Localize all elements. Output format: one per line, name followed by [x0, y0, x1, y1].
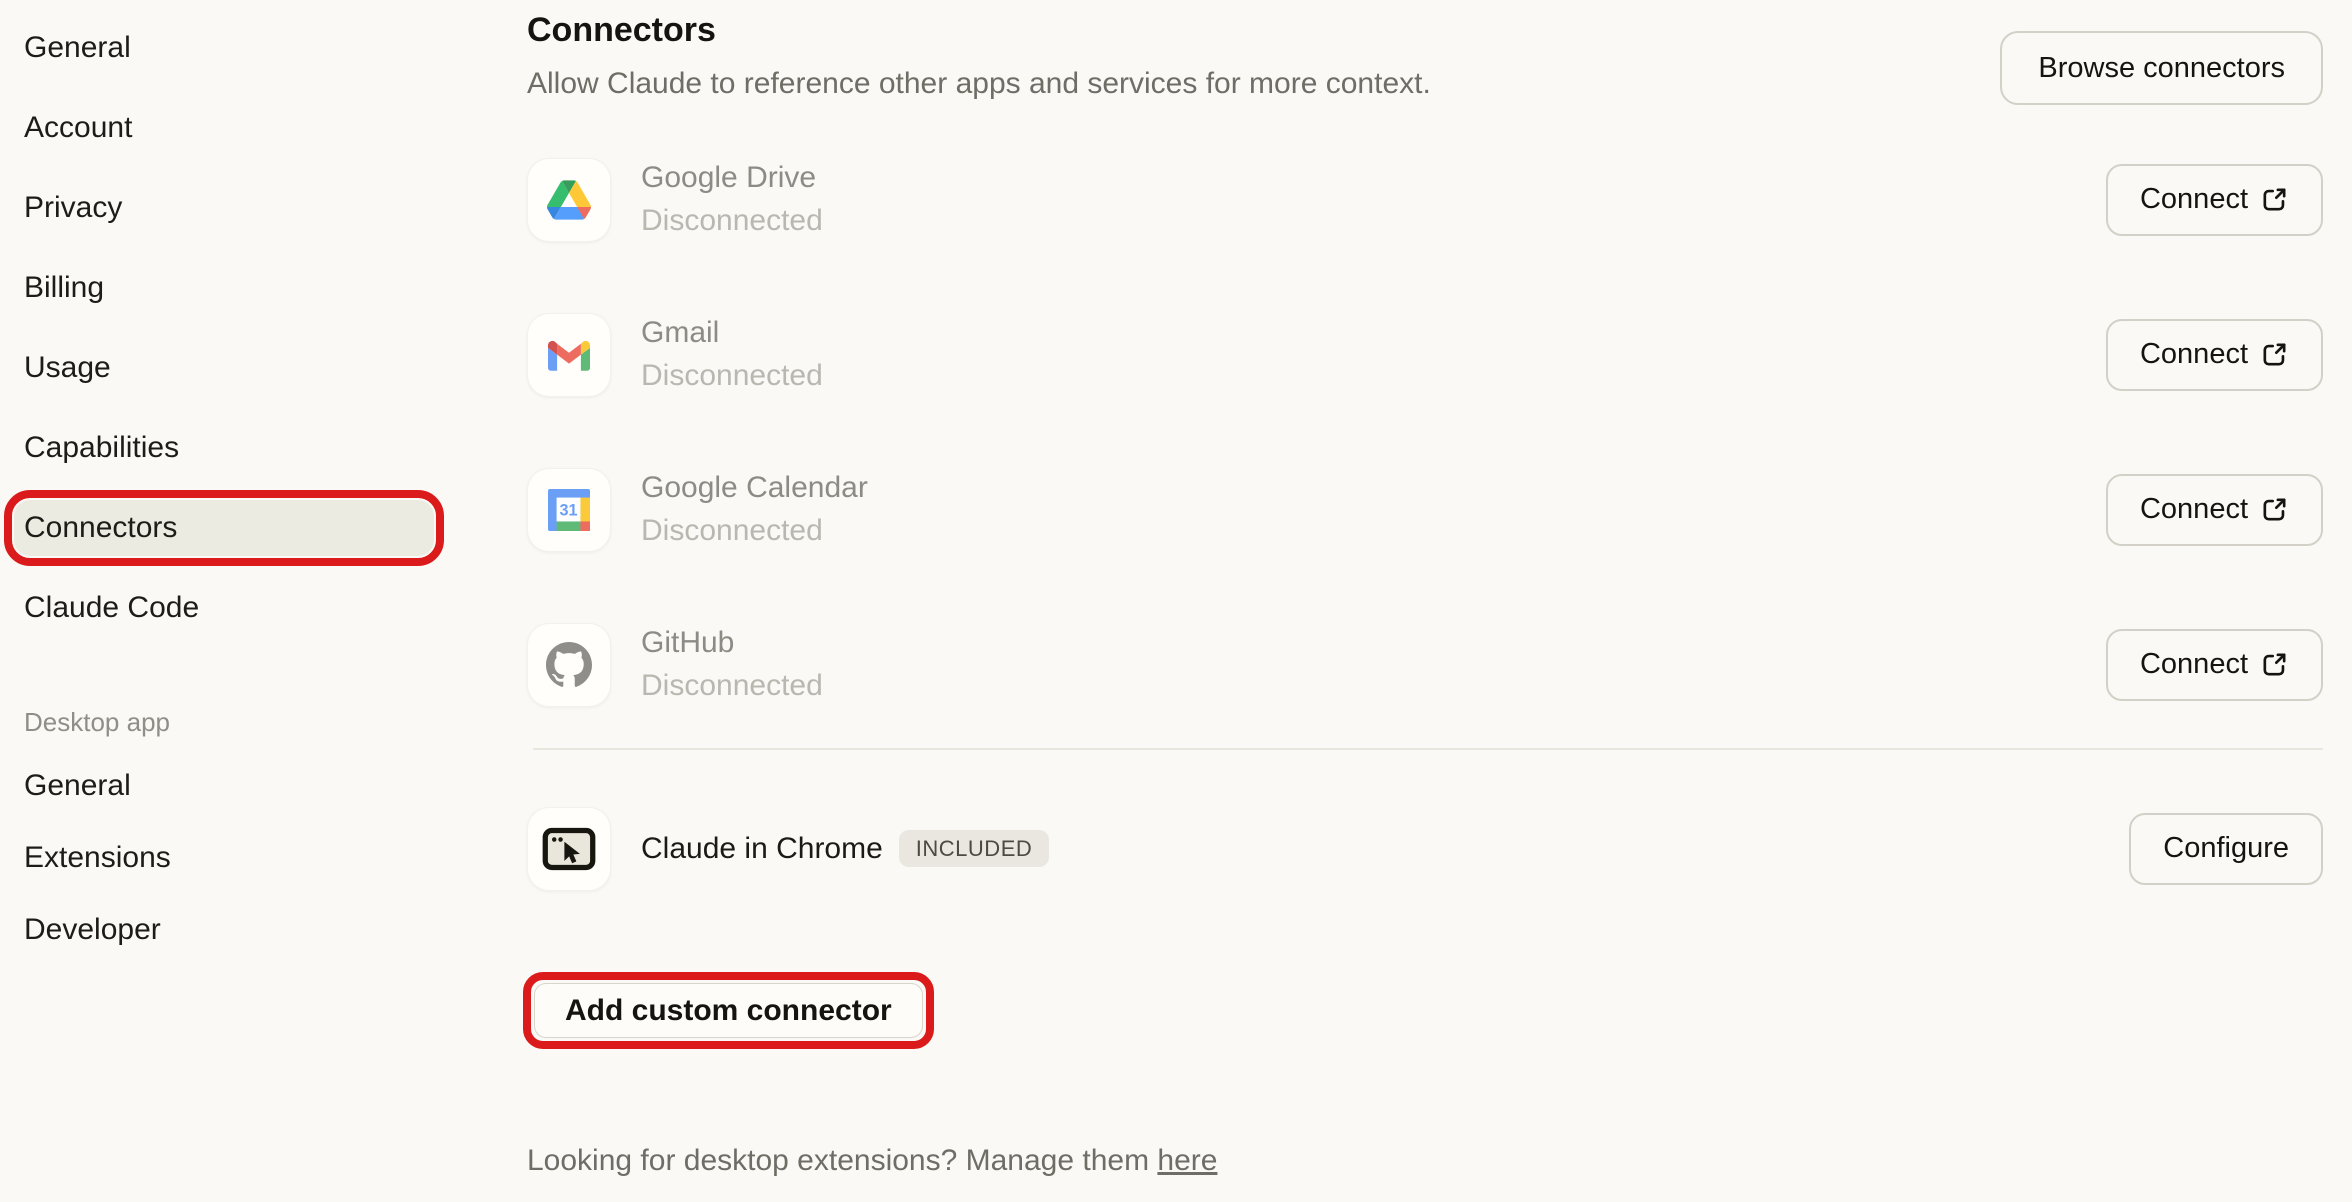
configure-button-claude-in-chrome[interactable]: Configure [2129, 813, 2323, 885]
connector-name: GitHub [641, 626, 2106, 660]
external-link-icon [2260, 340, 2289, 369]
google-calendar-icon: 31 [527, 468, 611, 552]
external-link-icon [2260, 495, 2289, 524]
browse-connectors-button[interactable]: Browse connectors [2000, 31, 2323, 105]
connect-button-github[interactable]: Connect [2106, 629, 2323, 701]
svg-text:31: 31 [559, 501, 577, 519]
connector-row-google-drive: Google Drive Disconnected Connect [527, 122, 2323, 277]
connectors-panel: Connectors Allow Claude to reference oth… [527, 0, 2323, 1179]
connect-label: Connect [2140, 338, 2248, 371]
connect-button-gmail[interactable]: Connect [2106, 319, 2323, 391]
connect-label: Connect [2140, 648, 2248, 681]
connector-row-gmail: Gmail Disconnected Connect [527, 277, 2323, 432]
sidebar-item-developer[interactable]: Developer [0, 894, 460, 966]
connect-button-google-drive[interactable]: Connect [2106, 164, 2323, 236]
connector-status: Disconnected [641, 204, 2106, 238]
google-drive-icon [527, 158, 611, 242]
sidebar-item-account[interactable]: Account [0, 88, 460, 168]
connector-row-claude-in-chrome: Claude in Chrome INCLUDED Configure [527, 771, 2323, 926]
sidebar-item-usage[interactable]: Usage [0, 328, 460, 408]
connector-row-google-calendar: 31 Google Calendar Disconnected Connect [527, 432, 2323, 587]
connector-status: Disconnected [641, 514, 2106, 548]
claude-in-chrome-icon [527, 807, 611, 891]
connector-name: Gmail [641, 316, 2106, 350]
sidebar-item-general[interactable]: General [0, 8, 460, 88]
external-link-icon [2260, 185, 2289, 214]
connect-button-google-calendar[interactable]: Connect [2106, 474, 2323, 546]
connector-name: Claude in Chrome [641, 832, 883, 866]
connector-row-github: GitHub Disconnected Connect [527, 587, 2323, 742]
connector-name: Google Drive [641, 161, 2106, 195]
sidebar-item-connectors[interactable]: Connectors [14, 500, 434, 556]
connector-list: Google Drive Disconnected Connect [527, 122, 2323, 1179]
sidebar-connectors-row: Connectors [0, 488, 460, 568]
github-icon [527, 623, 611, 707]
included-badge: INCLUDED [899, 830, 1049, 867]
annotation-highlight-add-custom-connector: Add custom connector [523, 972, 934, 1049]
configure-label: Configure [2163, 832, 2289, 865]
sidebar-item-privacy[interactable]: Privacy [0, 168, 460, 248]
sidebar-item-desktop-general[interactable]: General [0, 750, 460, 822]
sidebar-item-billing[interactable]: Billing [0, 248, 460, 328]
settings-sidebar: General Account Privacy Billing Usage Ca… [0, 0, 460, 966]
annotation-highlight-connectors: Connectors [4, 490, 444, 566]
connect-label: Connect [2140, 183, 2248, 216]
section-divider [533, 748, 2323, 750]
add-custom-connector-button[interactable]: Add custom connector [534, 983, 923, 1038]
connect-label: Connect [2140, 493, 2248, 526]
connector-name: Google Calendar [641, 471, 2106, 505]
gmail-icon [527, 313, 611, 397]
sidebar-item-claude-code[interactable]: Claude Code [0, 568, 460, 648]
connector-status: Disconnected [641, 359, 2106, 393]
desktop-extensions-note: Looking for desktop extensions? Manage t… [527, 1143, 2323, 1179]
external-link-icon [2260, 650, 2289, 679]
sidebar-item-capabilities[interactable]: Capabilities [0, 408, 460, 488]
sidebar-section-desktop-app: Desktop app [0, 694, 460, 750]
sidebar-item-extensions[interactable]: Extensions [0, 822, 460, 894]
connector-status: Disconnected [641, 669, 2106, 703]
manage-extensions-link[interactable]: here [1157, 1144, 1217, 1177]
desktop-extensions-text: Looking for desktop extensions? Manage t… [527, 1144, 1157, 1177]
